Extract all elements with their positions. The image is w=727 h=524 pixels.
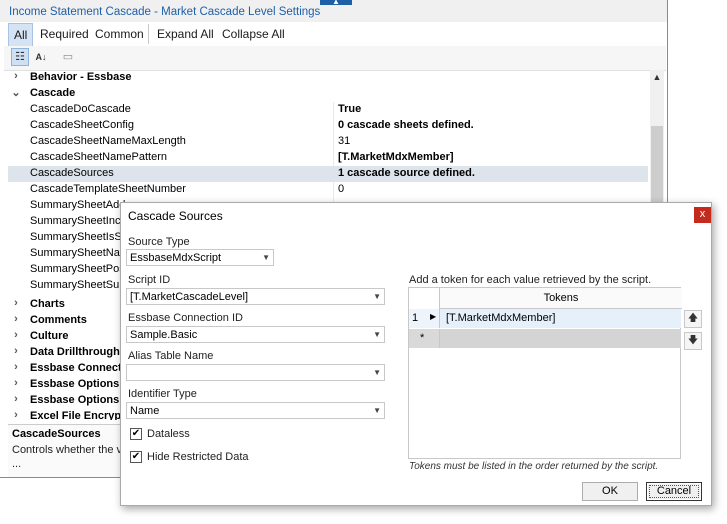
token-new-row[interactable]: * [409,329,681,348]
chevron-right-icon[interactable]: › [10,329,22,341]
identifier-type-label: Identifier Type [128,388,197,400]
property-row-selected[interactable]: CascadeSources 1 cascade source defined. [8,166,648,182]
move-down-icon[interactable]: 🡇 [684,332,702,350]
alphabetical-sort-icon[interactable]: A↓ [32,48,50,66]
property-row[interactable]: CascadeSheetNameMaxLength 31 [8,134,648,150]
scroll-up-icon[interactable]: ▲ [650,72,664,82]
script-id-label: Script ID [128,274,171,286]
dataless-label: Dataless [147,428,190,440]
chevron-right-icon[interactable]: › [10,377,22,389]
chevron-right-icon[interactable]: › [10,313,22,325]
chevron-up-icon: ▲ [332,0,340,6]
dropdown-arrow-icon: ▼ [373,292,381,301]
collapse-grip[interactable]: ▲ [320,0,352,6]
dropdown-arrow-icon: ▼ [373,406,381,415]
row-pointer-icon: ▶ [430,312,437,321]
hide-restricted-checkbox[interactable]: ✔ [130,451,142,463]
chevron-down-icon[interactable]: ⌄ [10,86,22,99]
alias-table-label: Alias Table Name [128,350,214,362]
close-icon[interactable]: x [694,207,711,223]
cascade-sources-dialog: Cascade Sources x Source Type EssbaseMdx… [120,202,712,506]
tokens-note: Tokens must be listed in the order retur… [409,461,659,472]
tokens-column-header: Tokens [439,288,682,309]
description-title: CascadeSources [12,428,101,440]
dialog-title: Cascade Sources [128,209,223,223]
description-more: ... [12,458,22,470]
window-title: Income Statement Cascade - Market Cascad… [9,6,321,18]
property-row[interactable]: CascadeSheetNamePattern [T.MarketMdxMemb… [8,150,648,166]
dropdown-arrow-icon: ▼ [262,253,270,262]
token-row[interactable]: 1 ▶ [T.MarketMdxMember] [409,309,681,328]
script-id-select[interactable]: [T.MarketCascadeLevel] ▼ [126,288,385,305]
tokens-hint: Add a token for each value retrieved by … [409,274,652,286]
property-row[interactable]: CascadeSheetConfig 0 cascade sheets defi… [8,118,648,134]
source-type-select[interactable]: EssbaseMdxScript ▼ [126,249,274,266]
ok-button[interactable]: OK [582,482,638,501]
chevron-right-icon[interactable]: › [10,361,22,373]
chevron-right-icon[interactable]: › [10,297,22,309]
collapse-all-button[interactable]: Collapse All [222,27,285,41]
expand-all-button[interactable]: Expand All [157,27,214,41]
tab-required[interactable]: Required [40,27,89,41]
alias-table-select[interactable]: ▼ [126,364,385,381]
categorized-view-icon[interactable]: ☷ [11,48,29,66]
hide-restricted-label: Hide Restricted Data [147,451,249,463]
chevron-right-icon[interactable]: › [10,393,22,405]
property-row[interactable]: CascadeTemplateSheetNumber 0 [8,182,648,198]
source-type-label: Source Type [128,236,190,248]
connection-id-label: Essbase Connection ID [128,312,243,324]
description-text: Controls whether the vie [12,444,131,456]
tab-separator [148,24,149,44]
property-row[interactable]: CascadeDoCascade True [8,102,648,118]
filter-tabs: All Required Common Expand All Collapse … [4,22,666,47]
title-bar: Income Statement Cascade - Market Cascad… [0,0,667,22]
identifier-type-select[interactable]: Name ▼ [126,402,385,419]
chevron-right-icon[interactable]: › [10,70,22,82]
tab-all[interactable]: All [8,23,34,47]
chevron-right-icon[interactable]: › [10,409,22,420]
category-cascade[interactable]: ⌄ Cascade [8,86,648,102]
tab-common[interactable]: Common [95,27,144,41]
move-up-icon[interactable]: 🡅 [684,310,702,328]
dropdown-arrow-icon: ▼ [373,330,381,339]
chevron-right-icon[interactable]: › [10,345,22,357]
property-pages-icon[interactable]: ▭ [59,48,77,66]
dropdown-arrow-icon: ▼ [373,368,381,377]
connection-id-select[interactable]: Sample.Basic ▼ [126,326,385,343]
tokens-grid[interactable]: Tokens 1 ▶ [T.MarketMdxMember] * [408,287,682,459]
dataless-checkbox[interactable]: ✔ [130,428,142,440]
category-behavior-essbase[interactable]: › Behavior - Essbase [8,70,648,86]
grid-toolbar: ☷ A↓ ▭ [4,46,666,71]
cancel-button[interactable]: Cancel [646,482,702,501]
